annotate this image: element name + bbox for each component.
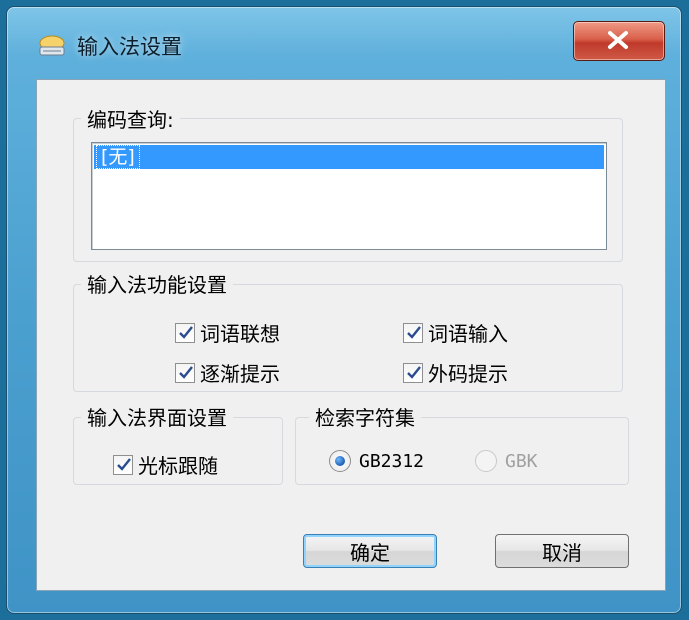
checkbox-word-input[interactable]: 词语输入 [403, 318, 508, 347]
cancel-button[interactable]: 取消 [495, 534, 629, 568]
checkbox-box[interactable] [403, 362, 423, 383]
window-title: 输入法设置 [77, 35, 182, 59]
checkbox-box[interactable] [403, 322, 423, 343]
check-icon [179, 325, 193, 339]
radio-gbk: GBK [475, 450, 538, 472]
radio-button[interactable] [329, 450, 351, 472]
list-item[interactable]: [无] [94, 145, 604, 169]
checkbox-word-association[interactable]: 词语联想 [175, 318, 280, 347]
checkbox-box[interactable] [113, 454, 133, 475]
charset-label: 检索字符集 [309, 402, 421, 431]
ok-button[interactable]: 确定 [303, 534, 437, 568]
checkbox-box[interactable] [175, 322, 195, 343]
feature-settings-label: 输入法功能设置 [81, 269, 233, 298]
radio-button [475, 450, 497, 472]
checkbox-cursor-follow[interactable]: 光标跟随 [113, 450, 218, 479]
close-button[interactable] [573, 21, 665, 61]
checkbox-code-hint[interactable]: 外码提示 [403, 358, 508, 387]
dialog-window: 输入法设置 编码查询: [无] 输入法功能设置 词语联想 词语输入 逐渐提示 外… [6, 6, 682, 614]
checkbox-box[interactable] [175, 362, 195, 383]
feature-settings-group [73, 284, 623, 392]
checkbox-gradual-hint[interactable]: 逐渐提示 [175, 358, 280, 387]
close-icon [608, 31, 628, 49]
keyboard-ime-icon [37, 33, 67, 59]
code-query-label: 编码查询: [81, 104, 180, 133]
interface-settings-label: 输入法界面设置 [81, 402, 233, 431]
check-icon [407, 325, 421, 339]
check-icon [179, 365, 193, 379]
check-icon [117, 457, 131, 471]
code-query-listbox[interactable]: [无] [91, 142, 607, 250]
check-icon [407, 365, 421, 379]
dialog-body: 编码查询: [无] 输入法功能设置 词语联想 词语输入 逐渐提示 外码提示 输入… [36, 79, 666, 591]
radio-gb2312[interactable]: GB2312 [329, 450, 424, 472]
